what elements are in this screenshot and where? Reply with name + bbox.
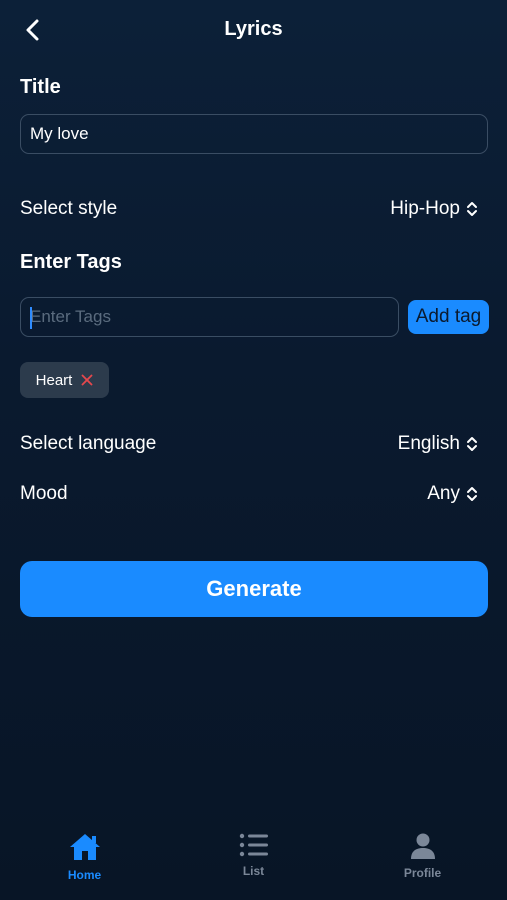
add-tag-button[interactable]: Add tag xyxy=(408,300,489,334)
mood-value: Any xyxy=(427,483,460,504)
title-label: Title xyxy=(20,76,61,98)
home-icon xyxy=(69,834,100,860)
tags-input[interactable] xyxy=(21,298,398,336)
tags-label: Enter Tags xyxy=(20,251,122,273)
style-label: Select style xyxy=(20,198,118,219)
title-input[interactable] xyxy=(20,114,488,154)
language-value: English xyxy=(397,433,460,454)
text-cursor xyxy=(30,307,32,329)
tab-profile[interactable]: Profile xyxy=(338,820,507,900)
tab-bar: Home List Profile xyxy=(0,820,507,900)
tab-home-label: Home xyxy=(67,868,102,882)
language-label: Select language xyxy=(20,433,157,454)
style-value: Hip-Hop xyxy=(390,198,460,219)
generate-button[interactable]: Generate xyxy=(20,561,488,617)
remove-tag-button[interactable] xyxy=(81,374,93,386)
tab-profile-label: Profile xyxy=(403,866,442,880)
mood-picker[interactable]: Any xyxy=(427,483,478,505)
chevron-up-down-icon xyxy=(467,487,477,501)
tag-label: Heart xyxy=(35,371,73,389)
tag-chip: Heart xyxy=(20,362,109,398)
tags-input-container xyxy=(20,297,399,337)
style-row: Select style Hip-Hop xyxy=(20,194,478,224)
language-row: Select language English xyxy=(20,429,478,459)
tab-list[interactable]: List xyxy=(169,820,338,900)
mood-label: Mood xyxy=(20,483,68,504)
page-title: Lyrics xyxy=(224,18,283,40)
mood-row: Mood Any xyxy=(20,479,478,509)
chevron-up-down-icon xyxy=(467,202,477,216)
list-icon xyxy=(239,833,268,857)
person-icon xyxy=(410,833,435,859)
chevron-up-down-icon xyxy=(467,437,477,451)
tab-home[interactable]: Home xyxy=(0,820,169,900)
close-icon xyxy=(81,374,93,386)
language-picker[interactable]: English xyxy=(398,433,478,455)
tab-list-label: List xyxy=(242,864,265,878)
style-picker[interactable]: Hip-Hop xyxy=(390,198,478,220)
nav-bar: Lyrics xyxy=(0,0,507,60)
